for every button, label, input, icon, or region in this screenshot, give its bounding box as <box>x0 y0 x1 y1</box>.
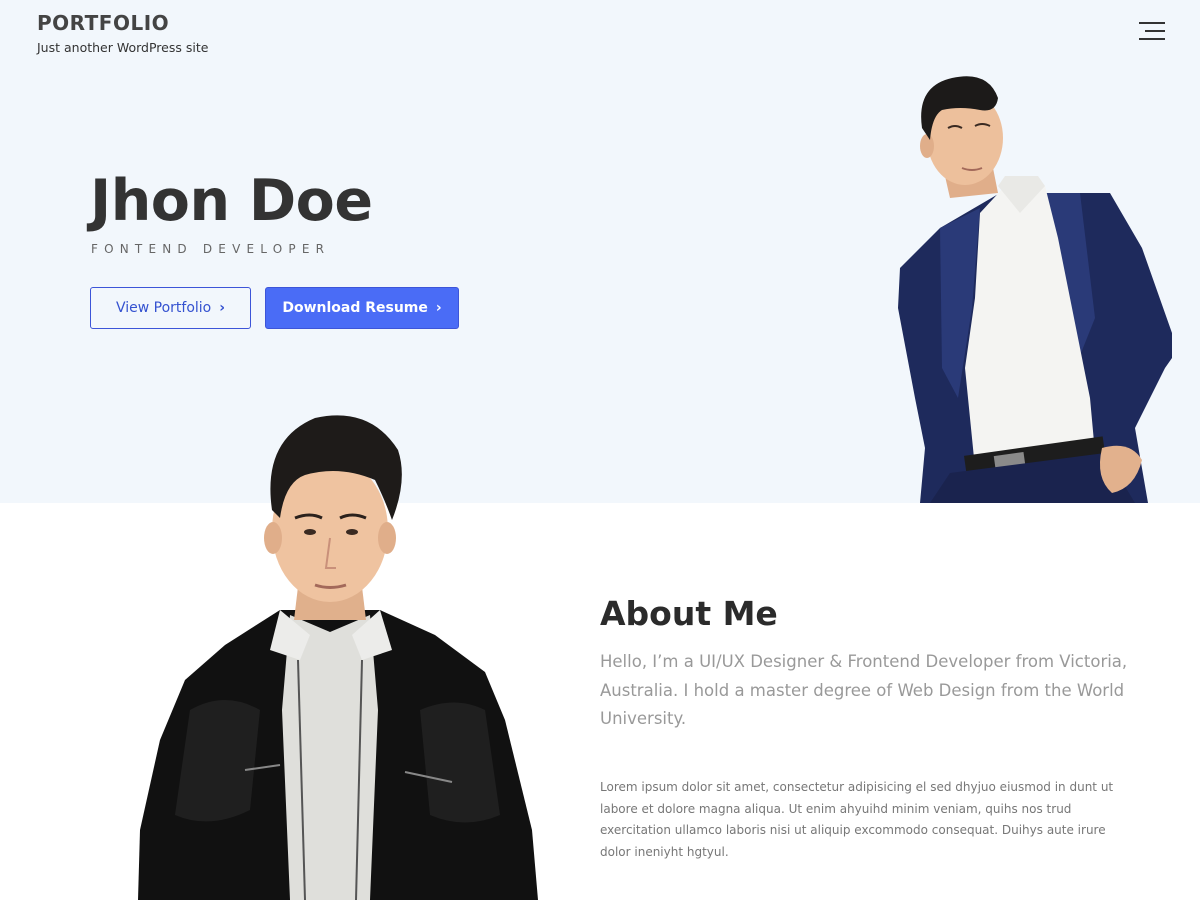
chevron-right-icon: › <box>435 300 442 316</box>
about-lead: Hello, I’m a UI/UX Designer & Frontend D… <box>600 652 1128 728</box>
site-tagline: Just another WordPress site <box>37 40 209 55</box>
view-portfolio-button[interactable]: View Portfolio › <box>90 287 251 329</box>
site-title[interactable]: PORTFOLIO <box>37 11 208 35</box>
hero-role: FONTEND DEVELOPER <box>91 242 331 256</box>
download-resume-label: Download Resume <box>282 300 428 316</box>
view-portfolio-label: View Portfolio <box>115 300 212 316</box>
chevron-right-icon: › <box>219 300 226 316</box>
site-branding: PORTFOLIO Just another WordPress site <box>37 11 208 55</box>
about-title: About Me <box>600 594 778 633</box>
about-body: Lorem ipsum dolor sit amet, consectetur … <box>600 780 1114 860</box>
hamburger-menu-icon[interactable] <box>1139 20 1167 44</box>
download-resume-button[interactable]: Download Resume › <box>265 287 459 329</box>
about-portrait-image <box>138 415 538 900</box>
hero-portrait-image <box>898 76 1172 503</box>
hero-name: Jhon Doe <box>90 168 373 234</box>
